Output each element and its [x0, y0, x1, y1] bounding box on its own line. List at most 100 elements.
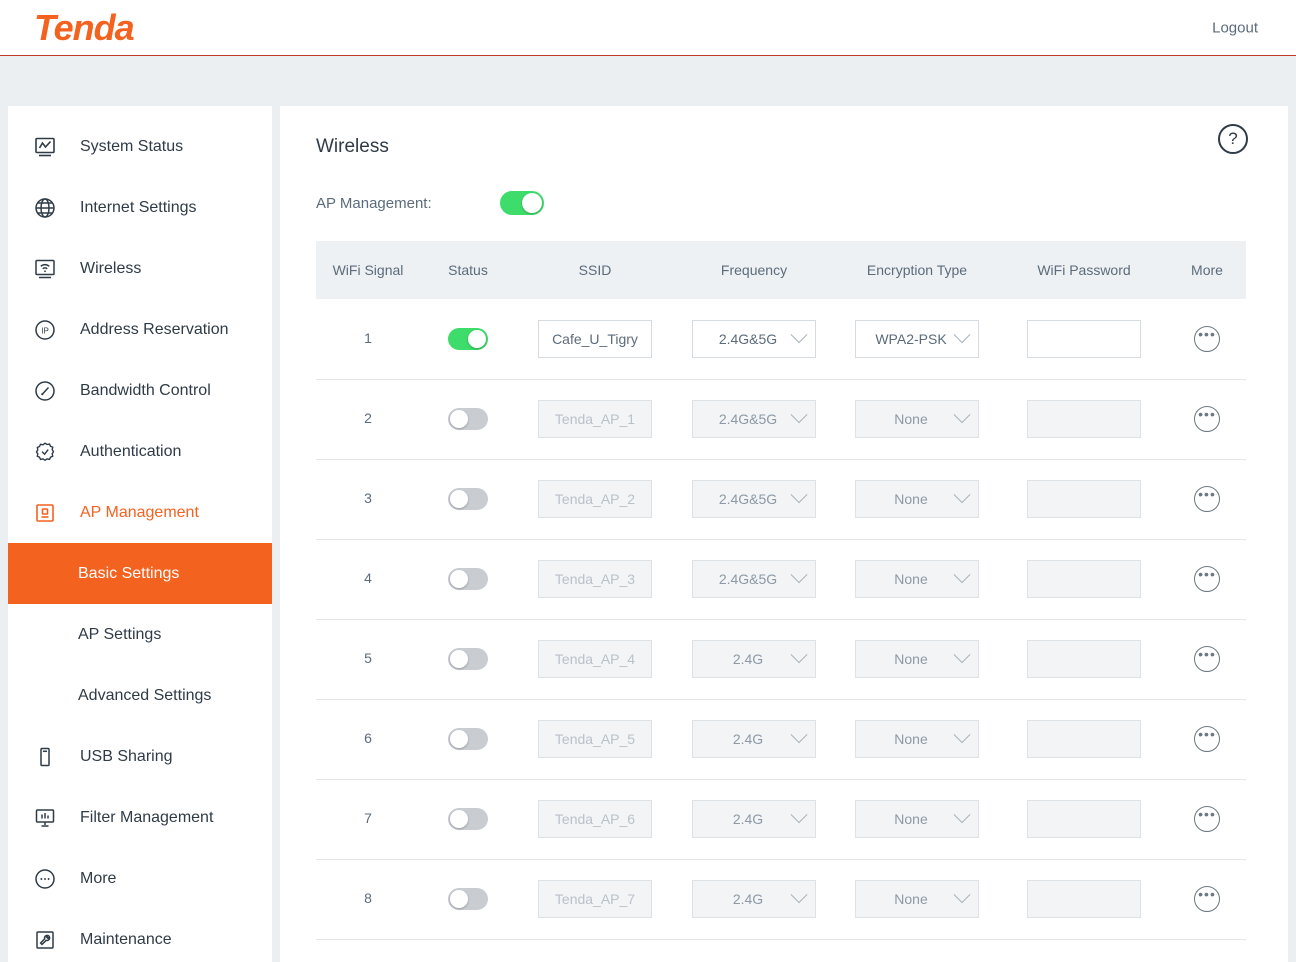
sidebar-item-label: Wireless — [80, 259, 142, 277]
wifi-password-input[interactable] — [1027, 400, 1141, 438]
cell-encryption-type: None — [834, 779, 1000, 860]
cell-status — [420, 619, 516, 700]
toggle-knob — [522, 193, 542, 213]
ellipsis-circle-icon[interactable]: ••• — [1194, 566, 1220, 592]
ellipsis-circle-icon[interactable]: ••• — [1194, 806, 1220, 832]
frequency-value: 2.4G — [732, 891, 764, 907]
encryption-select[interactable]: None — [855, 800, 979, 838]
sidebar-item-ap-management[interactable]: AP Management — [8, 482, 272, 543]
frequency-select[interactable]: 2.4G — [692, 640, 816, 678]
frequency-select[interactable]: 2.4G&5G — [692, 480, 816, 518]
cell-more: ••• — [1168, 619, 1246, 700]
encryption-select[interactable]: None — [855, 560, 979, 598]
ssid-input[interactable]: Tenda_AP_2 — [538, 480, 652, 518]
status-toggle[interactable] — [448, 728, 488, 750]
svg-text:IP: IP — [41, 326, 49, 335]
wifi-password-input[interactable] — [1027, 640, 1141, 678]
ellipsis-circle-icon[interactable]: ••• — [1194, 486, 1220, 512]
help-icon[interactable]: ? — [1218, 124, 1248, 154]
wifi-signal-index: 1 — [364, 329, 372, 346]
toggle-knob — [450, 490, 468, 508]
wifi-password-input[interactable] — [1027, 720, 1141, 758]
wifi-signal-index: 7 — [364, 810, 372, 826]
wifi-password-input[interactable] — [1027, 480, 1141, 518]
sidebar-item-authentication[interactable]: Authentication — [8, 421, 272, 482]
sidebar-item-internet-settings[interactable]: Internet Settings — [8, 177, 272, 238]
encryption-select[interactable]: None — [855, 400, 979, 438]
sidebar-item-system-status[interactable]: System Status — [8, 116, 272, 177]
table-row: 5 Tenda_AP_4 2.4G None ••• — [316, 619, 1246, 700]
cell-encryption-type: None — [834, 859, 1000, 940]
logout-button[interactable]: Logout — [1212, 19, 1258, 36]
ssid-input[interactable]: Cafe_U_Tigry — [538, 319, 652, 358]
cell-wifi-signal: 3 — [316, 459, 420, 540]
cell-frequency: 2.4G — [674, 779, 834, 860]
wifi-password-input[interactable] — [1027, 560, 1141, 598]
col-status: Status — [420, 241, 516, 299]
status-toggle[interactable] — [448, 568, 488, 590]
chevron-down-icon — [790, 566, 808, 584]
frequency-select[interactable]: 2.4G&5G — [692, 400, 816, 438]
wifi-password-input[interactable] — [1027, 800, 1141, 838]
ssid-input[interactable]: Tenda_AP_4 — [538, 640, 652, 678]
toggle-knob — [450, 730, 468, 748]
encryption-select[interactable]: WPA2-PSK — [855, 319, 979, 358]
ellipsis-circle-icon[interactable]: ••• — [1194, 646, 1220, 672]
ssid-input[interactable]: Tenda_AP_7 — [538, 880, 652, 918]
encryption-select[interactable]: None — [855, 720, 979, 758]
sidebar-item-label: Internet Settings — [80, 198, 197, 216]
sidebar-subitem-basic-settings[interactable]: Basic Settings — [8, 543, 272, 604]
wifi-signal-index: 2 — [364, 410, 372, 426]
wifi-password-input[interactable] — [1027, 319, 1141, 358]
toggle-knob — [450, 890, 468, 908]
wifi-password-input[interactable] — [1027, 880, 1141, 918]
frequency-value: 2.4G — [732, 811, 764, 827]
ap-management-toggle[interactable] — [500, 191, 544, 215]
status-toggle[interactable] — [448, 888, 488, 910]
sidebar-item-maintenance[interactable]: Maintenance — [8, 909, 272, 962]
sidebar-item-filter-management[interactable]: Filter Management — [8, 787, 272, 848]
cell-wifi-password — [1000, 299, 1168, 380]
sidebar-item-address-reservation[interactable]: IP Address Reservation — [8, 299, 272, 360]
frequency-select[interactable]: 2.4G&5G — [692, 560, 816, 598]
frequency-select[interactable]: 2.4G&5G — [692, 319, 816, 358]
status-toggle[interactable] — [448, 327, 488, 350]
cell-status — [420, 379, 516, 460]
status-toggle[interactable] — [448, 408, 488, 430]
ssid-input[interactable]: Tenda_AP_3 — [538, 560, 652, 598]
ellipsis-circle-icon[interactable]: ••• — [1194, 325, 1220, 352]
status-toggle[interactable] — [448, 488, 488, 510]
status-toggle[interactable] — [448, 808, 488, 830]
encryption-select[interactable]: None — [855, 880, 979, 918]
cell-wifi-signal: 2 — [316, 379, 420, 460]
frequency-select[interactable]: 2.4G — [692, 800, 816, 838]
ssid-input[interactable]: Tenda_AP_5 — [538, 720, 652, 758]
cell-wifi-password — [1000, 539, 1168, 620]
ellipsis-circle-icon[interactable]: ••• — [1194, 886, 1220, 912]
sidebar-subitem-label: Advanced Settings — [78, 686, 212, 704]
ellipsis-circle-icon[interactable]: ••• — [1194, 726, 1220, 752]
frequency-select[interactable]: 2.4G — [692, 880, 816, 918]
sidebar-item-more[interactable]: More — [8, 848, 272, 909]
encryption-select[interactable]: None — [855, 640, 979, 678]
ssid-input[interactable]: Tenda_AP_6 — [538, 800, 652, 838]
tenda-logo: Tenda — [34, 6, 135, 48]
status-toggle[interactable] — [448, 648, 488, 670]
ellipsis-circle-icon[interactable]: ••• — [1194, 406, 1220, 432]
sidebar-item-bandwidth-control[interactable]: Bandwidth Control — [8, 360, 272, 421]
verified-badge-icon — [28, 440, 62, 464]
cell-status — [420, 779, 516, 860]
encryption-select[interactable]: None — [855, 480, 979, 518]
wifi-signal-index: 3 — [364, 490, 372, 506]
sidebar-item-wireless[interactable]: Wireless — [8, 238, 272, 299]
sidebar-item-label: Bandwidth Control — [80, 381, 211, 399]
chevron-down-icon — [953, 406, 971, 424]
frequency-select[interactable]: 2.4G — [692, 720, 816, 758]
col-frequency: Frequency — [674, 241, 834, 299]
sidebar-item-usb-sharing[interactable]: USB Sharing — [8, 726, 272, 787]
ssid-input[interactable]: Tenda_AP_1 — [538, 400, 652, 438]
chevron-down-icon — [953, 806, 971, 824]
encryption-value: None — [894, 731, 928, 747]
sidebar-subitem-advanced-settings[interactable]: Advanced Settings — [8, 665, 272, 726]
sidebar-subitem-ap-settings[interactable]: AP Settings — [8, 604, 272, 665]
